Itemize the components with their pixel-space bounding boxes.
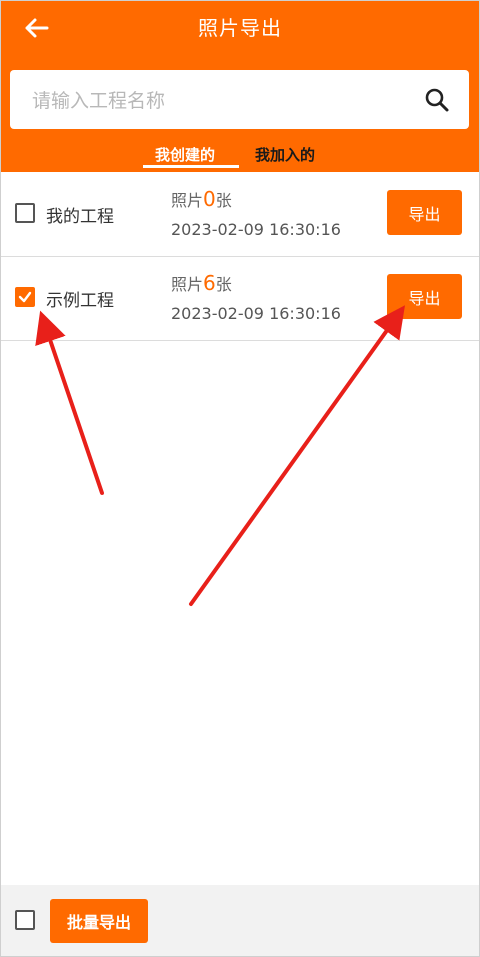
project-name: 我的工程 bbox=[46, 207, 114, 227]
tab-bar: 我创建的 我加入的 bbox=[0, 144, 480, 172]
annotation-arrow-checkbox bbox=[35, 310, 104, 495]
photo-count-number: 0 bbox=[203, 187, 216, 211]
project-checkbox[interactable] bbox=[15, 287, 35, 307]
photo-count-prefix: 照片 bbox=[171, 275, 204, 294]
batch-export-button[interactable]: 批量导出 bbox=[50, 899, 148, 943]
select-all-checkbox[interactable] bbox=[15, 910, 35, 930]
photo-count-suffix: 张 bbox=[215, 191, 232, 210]
project-date: 2023-02-09 16:30:16 bbox=[171, 220, 341, 239]
list-item: 示例工程 照片6张 2023-02-09 16:30:16 导出 bbox=[0, 256, 480, 341]
photo-count-prefix: 照片 bbox=[171, 191, 204, 210]
header-bar: 照片导出 我创建的 我加入的 bbox=[0, 0, 480, 172]
project-checkbox[interactable] bbox=[15, 203, 35, 223]
bottom-action-bar: 批量导出 bbox=[0, 885, 480, 957]
search-input[interactable] bbox=[30, 70, 414, 131]
search-button[interactable] bbox=[423, 86, 451, 114]
annotation-arrow-export bbox=[189, 305, 405, 606]
project-name: 示例工程 bbox=[46, 291, 114, 311]
search-icon bbox=[425, 88, 449, 112]
tab-created[interactable]: 我创建的 bbox=[155, 144, 215, 165]
page-title: 照片导出 bbox=[198, 16, 282, 40]
list-item: 我的工程 照片0张 2023-02-09 16:30:16 导出 bbox=[0, 172, 480, 257]
tab-joined[interactable]: 我加入的 bbox=[255, 144, 315, 165]
export-button[interactable]: 导出 bbox=[387, 274, 462, 319]
photo-count: 照片6张 bbox=[171, 271, 232, 295]
project-date: 2023-02-09 16:30:16 bbox=[171, 304, 341, 323]
photo-count-number: 6 bbox=[203, 271, 216, 295]
photo-count-suffix: 张 bbox=[215, 275, 232, 294]
photo-count: 照片0张 bbox=[171, 187, 232, 211]
checkmark-icon bbox=[18, 291, 32, 303]
export-button[interactable]: 导出 bbox=[387, 190, 462, 235]
active-tab-indicator bbox=[143, 165, 239, 168]
search-box bbox=[10, 70, 469, 131]
